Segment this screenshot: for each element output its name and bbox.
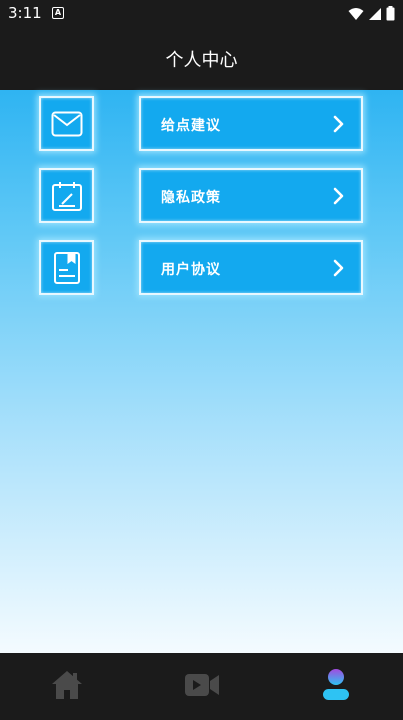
bottom-tab-bar xyxy=(0,653,403,720)
tab-home[interactable] xyxy=(45,663,89,707)
chevron-right-icon xyxy=(333,187,344,205)
privacy-policy-button[interactable]: 隐私政策 xyxy=(139,168,363,223)
content-area: 给点建议 隐私政策 用户协议 xyxy=(0,90,403,653)
page-title: 个人中心 xyxy=(165,50,238,71)
user-agreement-button[interactable]: 用户协议 xyxy=(139,240,363,295)
wifi-icon xyxy=(348,7,364,20)
notification-icon: A xyxy=(52,7,64,19)
mail-icon xyxy=(51,111,82,136)
status-bar: 3:11 A xyxy=(0,0,403,28)
system-icons xyxy=(348,6,395,21)
tab-video[interactable] xyxy=(180,663,224,707)
chevron-right-icon xyxy=(333,259,344,277)
calendar-edit-icon xyxy=(51,181,82,211)
video-camera-icon xyxy=(185,674,219,696)
menu-row-suggestion: 给点建议 xyxy=(0,96,403,152)
status-time: 3:11 xyxy=(8,4,42,22)
tab-profile[interactable] xyxy=(314,663,358,707)
user-icon xyxy=(323,669,349,700)
privacy-icon-box[interactable] xyxy=(39,168,94,223)
menu-row-privacy: 隐私政策 xyxy=(0,168,403,224)
signal-icon xyxy=(369,7,381,20)
user-agreement-label: 用户协议 xyxy=(161,262,221,278)
user-agreement-icon-box[interactable] xyxy=(39,240,94,295)
suggestion-button[interactable]: 给点建议 xyxy=(139,96,363,151)
privacy-policy-label: 隐私政策 xyxy=(161,190,221,206)
suggestion-icon-box[interactable] xyxy=(39,96,94,151)
battery-icon xyxy=(386,6,395,21)
chevron-right-icon xyxy=(333,115,344,133)
menu-row-user-agreement: 用户协议 xyxy=(0,240,403,296)
home-icon xyxy=(52,671,82,699)
title-bar: 个人中心 xyxy=(0,28,403,90)
document-icon xyxy=(53,251,80,284)
suggestion-label: 给点建议 xyxy=(161,118,221,134)
